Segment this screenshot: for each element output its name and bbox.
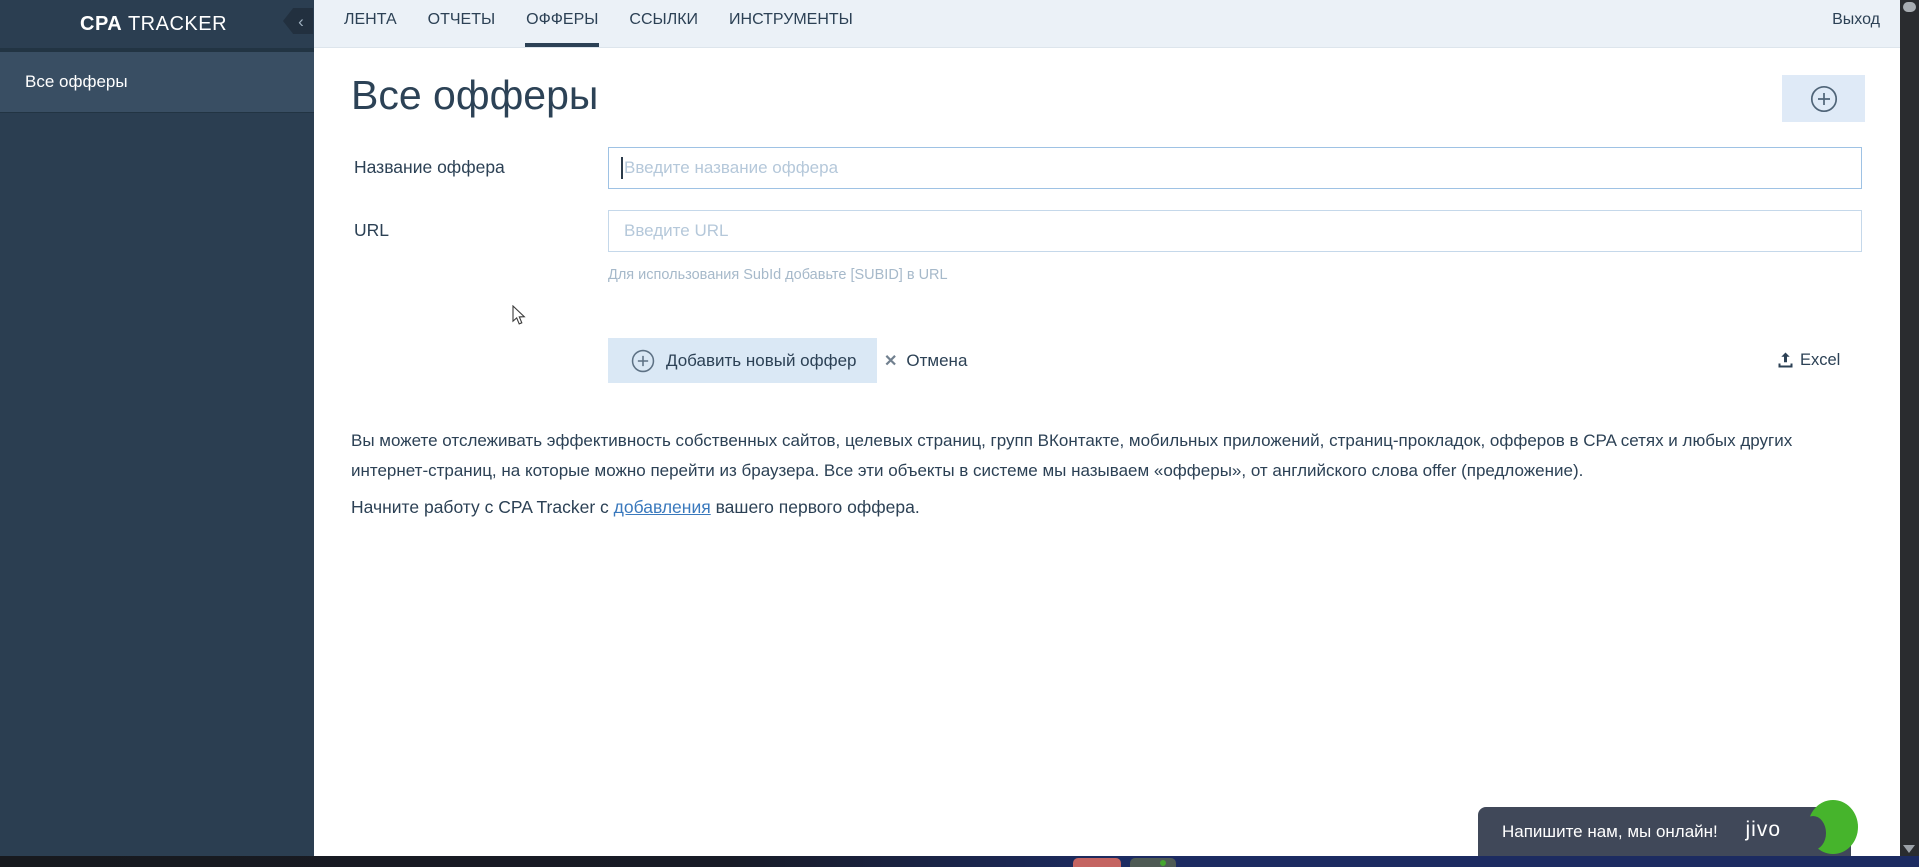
app-logo-rest: TRACKER: [122, 12, 228, 35]
tab-lenta[interactable]: ЛЕНТА: [343, 0, 398, 47]
cancel-label: Отмена: [906, 350, 968, 370]
page-title: Все офферы: [351, 72, 599, 118]
offer-name-input[interactable]: [608, 147, 1862, 189]
top-navigation: ЛЕНТА ОТЧЕТЫ ОФФЕРЫ ССЫЛКИ ИНСТРУМЕНТЫ В…: [314, 0, 1900, 48]
sidebar-item-all-offers[interactable]: Все офферы: [0, 52, 314, 113]
bottom-bar: [0, 856, 1919, 867]
app-logo-bold: CPA: [80, 12, 123, 35]
sidebar-header: CPA TRACKER ‹: [0, 0, 314, 48]
cancel-button[interactable]: ✕ Отмена: [884, 338, 967, 383]
offer-name-label: Название оффера: [354, 157, 505, 177]
text-caret: [621, 157, 623, 179]
tab-otchety[interactable]: ОТЧЕТЫ: [427, 0, 497, 47]
chat-widget[interactable]: Напишите нам, мы онлайн! jivo: [1478, 807, 1851, 856]
jivo-logo: jivo: [1745, 818, 1781, 841]
add-new-offer-button[interactable]: Добавить новый оффер: [608, 338, 877, 383]
offer-url-label: URL: [354, 220, 390, 240]
excel-label: Excel: [1800, 351, 1841, 369]
upload-icon: [1777, 352, 1794, 369]
getting-started-paragraph: Начните работу с CPA Tracker с добавлени…: [351, 497, 920, 518]
mouse-cursor: [512, 305, 527, 327]
chat-message: Напишите нам, мы онлайн!: [1502, 821, 1718, 841]
bottom-bar-red-chip: [1073, 858, 1121, 867]
logout-link[interactable]: Выход: [1832, 0, 1880, 40]
getting-started-text-before: Начните работу с CPA Tracker с: [351, 497, 614, 517]
add-offer-plus-button[interactable]: [1782, 75, 1865, 122]
app-window: CPA TRACKER ‹ Все офферы ЛЕНТА ОТЧЕТЫ ОФ…: [0, 0, 1919, 867]
add-new-offer-label: Добавить новый оффер: [666, 350, 857, 370]
scrollbar-thumb[interactable]: [1903, 2, 1916, 12]
sidebar-item-label: Все офферы: [25, 72, 128, 91]
getting-started-text-after: вашего первого оффера.: [710, 497, 920, 517]
bottom-bar-gray-chip: [1130, 858, 1176, 867]
scrollbar[interactable]: [1900, 0, 1919, 867]
app-logo: CPA TRACKER: [0, 13, 227, 36]
scrollbar-down-arrow[interactable]: [1903, 845, 1915, 853]
jivo-leaf-icon[interactable]: [1800, 800, 1858, 854]
plus-circle-icon: [631, 349, 655, 373]
sidebar: CPA TRACKER ‹ Все офферы: [0, 0, 314, 856]
close-icon: ✕: [884, 352, 898, 370]
tab-offery[interactable]: ОФФЕРЫ: [525, 0, 600, 47]
subid-hint: Для использования SubId добавьте [SUBID]…: [608, 267, 948, 283]
tab-ssylki[interactable]: ССЫЛКИ: [628, 0, 699, 47]
bottom-bar-green-dot: [1160, 860, 1166, 866]
add-offer-link[interactable]: добавления: [614, 497, 711, 517]
excel-export-button[interactable]: Excel: [1777, 338, 1840, 383]
plus-circle-icon: [1810, 85, 1838, 113]
sidebar-collapse-button[interactable]: ‹: [283, 8, 313, 34]
chevron-left-icon: ‹: [298, 11, 304, 31]
description-paragraph: Вы можете отслеживать эффективность собс…: [351, 431, 1793, 480]
tab-instrumenty[interactable]: ИНСТРУМЕНТЫ: [728, 0, 854, 47]
offer-url-input[interactable]: [608, 210, 1862, 252]
